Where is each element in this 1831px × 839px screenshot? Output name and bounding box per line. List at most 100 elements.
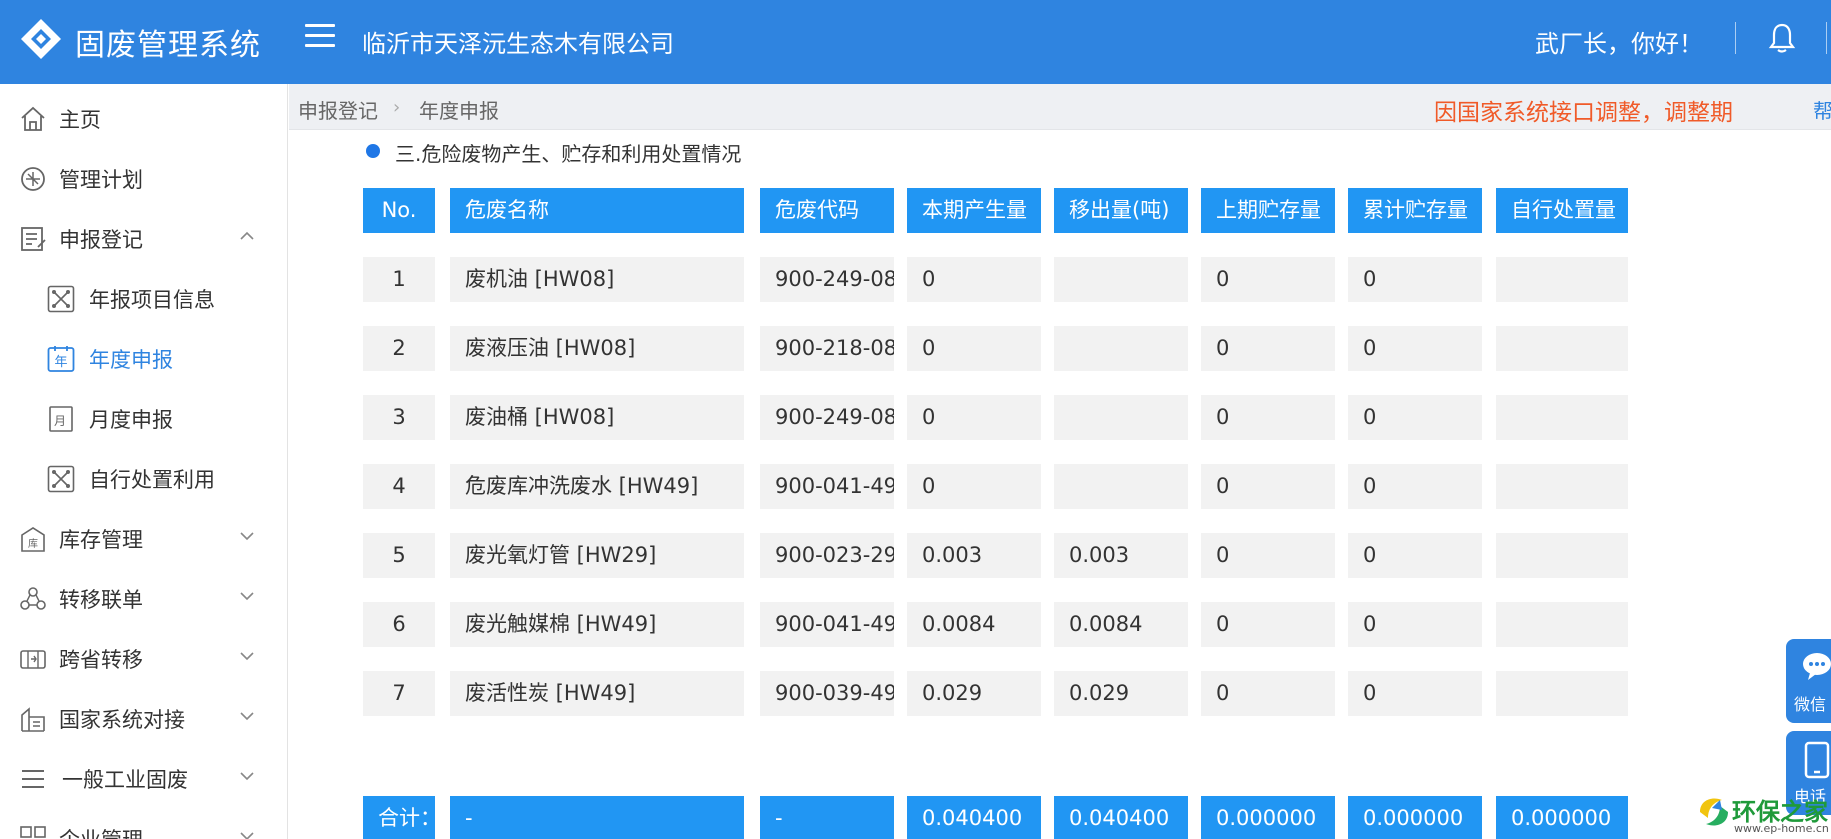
bell-icon[interactable]: [1768, 22, 1796, 54]
chevron-down-icon: [240, 532, 254, 541]
breadcrumb-item-current: 年度申报: [419, 99, 499, 123]
svg-text:月: 月: [54, 414, 66, 428]
user-greeting[interactable]: 武厂长，你好！: [1535, 24, 1703, 59]
chevron-up-icon: [240, 231, 254, 240]
sidebar-item-label: 自行处置利用: [89, 468, 215, 492]
home-icon: [21, 106, 45, 131]
table-cell: 5: [363, 533, 435, 578]
watermark-url: www.ep-home.cn: [1734, 822, 1829, 835]
table-cell: 废液压油 [HW08]: [450, 326, 744, 371]
table-header-cell: 上期贮存量: [1201, 188, 1335, 233]
sidebar-item-label: 主页: [59, 108, 101, 132]
table-cell: 0: [1348, 671, 1482, 716]
table-cell: 0.003: [907, 533, 1041, 578]
table-cell: 0: [1201, 464, 1335, 509]
svg-text:年: 年: [54, 355, 67, 370]
table-cell: 0: [1348, 257, 1482, 302]
table-cell: 0: [1201, 533, 1335, 578]
menu-toggle-icon[interactable]: [305, 24, 335, 54]
sidebar-item-general-solid-waste[interactable]: 一般工业固废: [0, 751, 287, 803]
sidebar-item-transfer-manifest[interactable]: 转移联单: [0, 571, 287, 623]
table-header-cell: 累计贮存量: [1348, 188, 1482, 233]
table-cell: 废机油 [HW08]: [450, 257, 744, 302]
table-cell: 900-249-08: [760, 395, 894, 440]
table-cell: 危废库冲洗废水 [HW49]: [450, 464, 744, 509]
table-cell: 6: [363, 602, 435, 647]
table-cell: 0: [907, 326, 1041, 371]
sidebar-item-annual-report[interactable]: 年 年度申报: [0, 331, 287, 383]
table-cell: 7: [363, 671, 435, 716]
breadcrumb-item[interactable]: 申报登记: [298, 95, 378, 124]
section-title: 三.危险废物产生、贮存和利用处置情况: [395, 142, 742, 166]
table-header-cell: No.: [363, 188, 435, 233]
sidebar-item-annual-project-info[interactable]: 年报项目信息: [0, 271, 287, 323]
table-cell: 900-039-49: [760, 671, 894, 716]
sidebar-item-enterprise[interactable]: 企业管理: [0, 811, 287, 839]
register-icon: [21, 227, 46, 251]
cross-province-icon: [20, 650, 46, 669]
table-cell: [1496, 464, 1628, 509]
table-header-cell: 自行处置量: [1496, 188, 1628, 233]
table-cell: 废油桶 [HW08]: [450, 395, 744, 440]
table-cell: 0: [1201, 326, 1335, 371]
sidebar-item-label: 年报项目信息: [89, 288, 215, 312]
table-cell: 废光触媒棉 [HW49]: [450, 602, 744, 647]
table-total-cell: -: [760, 796, 894, 839]
grid-icon: [20, 826, 46, 838]
sidebar-item-label: 一般工业固废: [62, 768, 188, 792]
list-icon: [22, 770, 44, 788]
sidebar-item-label: 月度申报: [89, 408, 173, 432]
sidebar-item-label: 跨省转移: [59, 648, 143, 672]
sidebar-item-self-disposal[interactable]: 自行处置利用: [0, 451, 287, 503]
phone-icon: [1804, 741, 1830, 779]
chevron-down-icon: [240, 772, 254, 781]
plan-icon: [21, 167, 45, 191]
warehouse-icon: 库: [21, 527, 45, 552]
table-header-cell: 危废代码: [760, 188, 894, 233]
sidebar-item-home[interactable]: 主页: [0, 91, 287, 143]
sidebar-item-label: 申报登记: [59, 228, 143, 252]
company-name: 临沂市天泽沅生态木有限公司: [362, 30, 674, 58]
sidebar-item-cross-province[interactable]: 跨省转移: [0, 631, 287, 683]
table-cell: 0: [1348, 464, 1482, 509]
chevron-down-icon: [240, 832, 254, 839]
table-cell: 900-023-29: [760, 533, 894, 578]
chat-icon: [1803, 653, 1831, 680]
table-total-cell: 0.040400: [1054, 796, 1188, 839]
header-divider: [1826, 22, 1827, 54]
header-divider: [1735, 22, 1736, 54]
transfer-icon: [20, 587, 46, 610]
table-total-cell: 0.000000: [1348, 796, 1482, 839]
sidebar-item-register[interactable]: 申报登记: [0, 211, 287, 263]
table-total-cell: 0.040400: [907, 796, 1041, 839]
table-cell: [1054, 395, 1188, 440]
table-cell: [1496, 533, 1628, 578]
table-cell: 废活性炭 [HW49]: [450, 671, 744, 716]
chevron-down-icon: [240, 592, 254, 601]
table-cell: [1496, 671, 1628, 716]
network-icon: [47, 285, 75, 313]
sidebar-item-label: 库存管理: [59, 528, 143, 552]
help-link[interactable]: 帮: [1813, 95, 1831, 124]
sidebar-item-monthly-report[interactable]: 月 月度申报: [0, 391, 287, 443]
sidebar-item-label: 企业管理: [59, 824, 143, 839]
table-cell: 废光氧灯管 [HW29]: [450, 533, 744, 578]
table-cell: [1496, 602, 1628, 647]
table-cell: [1496, 326, 1628, 371]
table-total-cell: 0.000000: [1201, 796, 1335, 839]
table-cell: 900-218-08: [760, 326, 894, 371]
sidebar-item-inventory[interactable]: 库 库存管理: [0, 511, 287, 563]
notice-banner: 因国家系统接口调整，调整期: [1434, 100, 1733, 126]
chevron-right-icon: ›: [393, 97, 401, 118]
sidebar-item-plan[interactable]: 管理计划: [0, 151, 287, 203]
sidebar-item-label: 转移联单: [59, 588, 143, 612]
table-cell: 0.0084: [907, 602, 1041, 647]
chevron-down-icon: [240, 712, 254, 721]
table-cell: 900-041-49: [760, 464, 894, 509]
table-cell: 0: [1348, 602, 1482, 647]
table-cell: 1: [363, 257, 435, 302]
sidebar-item-national-system[interactable]: 国家系统对接: [0, 691, 287, 743]
table-cell: 0: [907, 464, 1041, 509]
wechat-button[interactable]: 微信: [1786, 639, 1831, 723]
sidebar-item-label: 年度申报: [89, 348, 173, 372]
